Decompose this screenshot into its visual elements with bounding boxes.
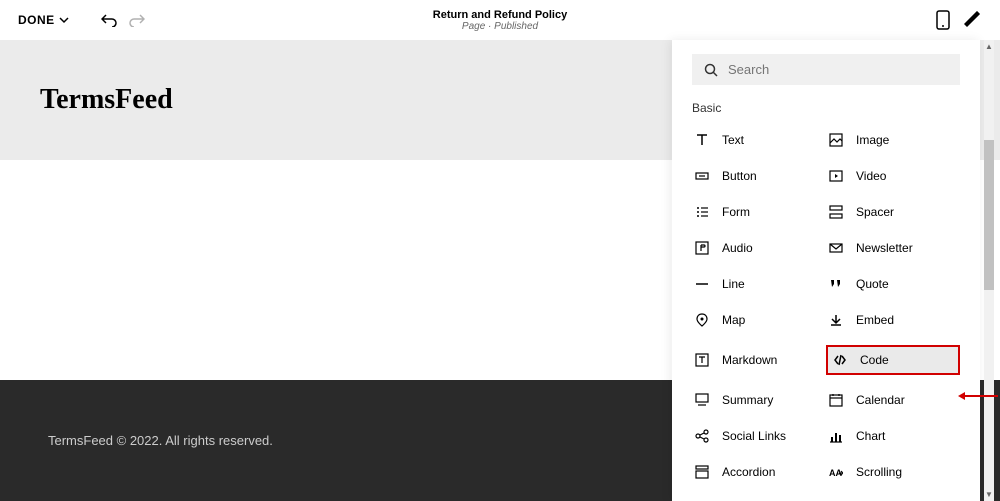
block-scrolling[interactable]: AA Scrolling [826,461,960,483]
quote-icon [828,277,844,291]
video-icon [828,169,844,183]
top-left-controls: DONE [18,13,145,27]
block-label: Embed [856,313,894,327]
block-chart[interactable]: Chart [826,425,960,447]
top-right-controls [936,10,982,30]
block-audio[interactable]: Audio [692,237,826,259]
block-label: Scrolling [856,465,902,479]
site-logo[interactable]: TermsFeed [40,84,173,116]
block-line[interactable]: Line [692,273,826,295]
chart-icon [828,429,844,443]
block-text[interactable]: Text [692,129,826,151]
block-button[interactable]: Button [692,165,826,187]
block-label: Accordion [722,465,775,479]
page-status: Page · Published [433,21,567,32]
block-image[interactable]: Image [826,129,960,151]
block-label: Quote [856,277,889,291]
block-calendar[interactable]: Calendar [826,389,960,411]
done-button[interactable]: DONE [18,13,69,27]
summary-icon [694,393,710,407]
editor-top-bar: DONE Return and Refund Policy Page · Pub… [0,0,1000,40]
block-label: Line [722,277,745,291]
block-label: Calendar [856,393,905,407]
footer-text: TermsFeed © 2022. All rights reserved. [48,433,273,448]
panel-scrollbar[interactable]: ▲ ▼ [984,40,994,501]
search-icon [704,63,718,77]
block-label: Audio [722,241,753,255]
social-icon [694,429,710,443]
block-summary[interactable]: Summary [692,389,826,411]
chevron-down-icon [59,15,69,25]
section-label-basic: Basic [692,101,960,115]
block-label: Map [722,313,745,327]
scroll-up-arrow-icon[interactable]: ▲ [984,42,994,51]
block-label: Summary [722,393,773,407]
line-icon [694,277,710,291]
page-title: Return and Refund Policy [433,9,567,21]
block-markdown[interactable]: Markdown [692,345,826,375]
accordion-icon [694,465,710,479]
search-input[interactable] [728,62,948,77]
block-spacer[interactable]: Spacer [826,201,960,223]
scroll-down-arrow-icon[interactable]: ▼ [984,490,994,499]
block-quote[interactable]: Quote [826,273,960,295]
mobile-preview-icon[interactable] [936,10,950,30]
block-video[interactable]: Video [826,165,960,187]
text-icon [694,133,710,147]
block-label: Button [722,169,757,183]
block-label: Newsletter [856,241,913,255]
block-label: Markdown [722,353,777,367]
image-icon [828,133,844,147]
block-newsletter[interactable]: Newsletter [826,237,960,259]
undo-redo-group [101,13,145,27]
block-label: Form [722,205,750,219]
block-label: Code [860,353,889,367]
calendar-icon [828,393,844,407]
button-icon [694,169,710,183]
block-form[interactable]: Form [692,201,826,223]
audio-icon [694,241,710,255]
newsletter-icon [828,241,844,255]
markdown-icon [694,353,710,367]
embed-icon [828,313,844,327]
form-icon [694,205,710,219]
done-label: DONE [18,13,55,27]
block-code[interactable]: Code [826,345,960,375]
redo-icon[interactable] [129,13,145,27]
block-accordion[interactable]: Accordion [692,461,826,483]
spacer-icon [828,205,844,219]
block-social-links[interactable]: Social Links [692,425,826,447]
block-picker-panel: Basic Text Image Button Video Form Space… [672,40,980,501]
blocks-grid: Text Image Button Video Form Spacer Audi… [692,129,960,483]
block-label: Chart [856,429,885,443]
block-map[interactable]: Map [692,309,826,331]
page-info: Return and Refund Policy Page · Publishe… [433,9,567,32]
block-label: Social Links [722,429,786,443]
scrolling-icon: AA [828,465,844,479]
brush-icon[interactable] [964,11,982,29]
search-field-wrap[interactable] [692,54,960,85]
annotation-arrow [958,392,998,400]
map-icon [694,313,710,327]
code-icon [832,353,848,367]
block-label: Image [856,133,889,147]
scrollbar-thumb[interactable] [984,140,994,290]
block-label: Text [722,133,744,147]
block-embed[interactable]: Embed [826,309,960,331]
block-label: Video [856,169,886,183]
block-label: Spacer [856,205,894,219]
undo-icon[interactable] [101,13,117,27]
